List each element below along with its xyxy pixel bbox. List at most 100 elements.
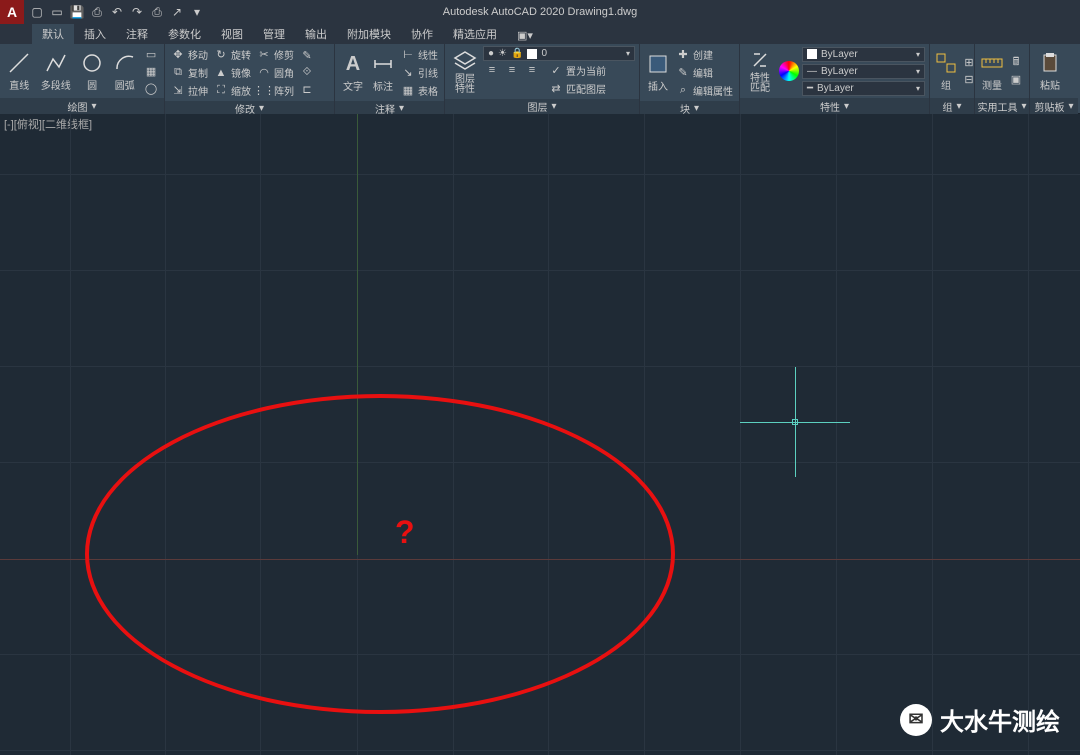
color-wheel-button[interactable] [778, 61, 800, 81]
viewport-label[interactable]: [-][俯视][二维线框] [4, 116, 92, 132]
tab-expand-icon[interactable]: ▣▾ [507, 27, 543, 44]
tab-insert[interactable]: 插入 [74, 24, 116, 44]
offset-button[interactable]: ⊏ [298, 82, 316, 98]
tab-parametric[interactable]: 参数化 [158, 24, 211, 44]
select-icon: ▣ [1009, 73, 1023, 87]
group-button[interactable]: 组 [934, 51, 958, 92]
chevron-down-icon[interactable]: ▾ [91, 101, 96, 112]
table-button[interactable]: ▦表格 [399, 82, 440, 99]
rotate-button[interactable]: ↻旋转 [212, 46, 253, 63]
save-icon[interactable]: 💾 [68, 3, 86, 21]
tab-manage[interactable]: 管理 [253, 24, 295, 44]
create-block-button[interactable]: ✚创建 [674, 46, 735, 63]
layer-icon: ≡ [525, 63, 539, 77]
trim-button[interactable]: ✂修剪 [255, 46, 296, 63]
chevron-down-icon[interactable]: ▾ [1021, 101, 1026, 112]
match-icon: ⇄ [549, 82, 563, 96]
saveas-icon[interactable]: ⎙ [88, 3, 106, 21]
ellipse-button[interactable]: ◯ [142, 80, 160, 96]
erase-icon: ✎ [300, 49, 314, 63]
ungroup-icon: ⊟ [962, 73, 976, 87]
chevron-down-icon[interactable]: ▾ [259, 103, 264, 114]
util-tool-2[interactable]: ▣ [1007, 72, 1025, 88]
paste-button[interactable]: 粘贴 [1034, 51, 1066, 92]
tab-featured[interactable]: 精选应用 [443, 24, 507, 44]
rotate-icon: ↻ [214, 48, 228, 62]
print-icon[interactable]: ⎙ [148, 3, 166, 21]
ellipse-icon: ◯ [144, 81, 158, 95]
circle-button[interactable]: 圆 [77, 51, 108, 92]
copy-button[interactable]: ⧉复制 [169, 64, 210, 81]
panel-annotation: A 文字 标注 ⊢线性 ↘引线 ▦表格 注释▾ [335, 44, 445, 114]
layer-dropdown[interactable]: ● ☀ 🔒 0 ▾ [483, 46, 635, 61]
undo-icon[interactable]: ↶ [108, 3, 126, 21]
set-current-button[interactable]: ✓置为当前 [547, 62, 608, 79]
watermark: ✉ 大水牛测绘 [900, 702, 1060, 737]
erase-button[interactable]: ✎ [298, 48, 316, 64]
leader-icon: ↘ [401, 66, 415, 80]
tab-default[interactable]: 默认 [32, 24, 74, 44]
linear-button[interactable]: ⊢线性 [399, 46, 440, 63]
tab-view[interactable]: 视图 [211, 24, 253, 44]
tab-addins[interactable]: 附加模块 [337, 24, 401, 44]
chevron-down-icon[interactable]: ▾ [694, 103, 699, 114]
stretch-button[interactable]: ⇲拉伸 [169, 82, 210, 99]
annotation-ellipse [85, 394, 675, 714]
rectangle-button[interactable]: ▭ [142, 46, 160, 62]
explode-button[interactable]: ⟐ [298, 65, 316, 81]
panel-block: 插入 ✚创建 ✎编辑 ⌕编辑属性 块▾ [640, 44, 740, 114]
tab-annotate[interactable]: 注释 [116, 24, 158, 44]
polyline-button[interactable]: 多段线 [37, 51, 75, 92]
drawing-canvas[interactable]: [-][俯视][二维线框] ? ✉ 大水牛测绘 [0, 114, 1080, 755]
mirror-button[interactable]: ▲镜像 [212, 64, 253, 81]
tab-output[interactable]: 输出 [295, 24, 337, 44]
dimension-button[interactable]: 标注 [369, 52, 397, 93]
util-tool-1[interactable]: 🖩 [1007, 55, 1025, 71]
arc-button[interactable]: 圆弧 [109, 51, 140, 92]
rectangle-icon: ▭ [144, 47, 158, 61]
move-icon: ✥ [171, 48, 185, 62]
new-icon[interactable]: ▢ [28, 3, 46, 21]
layers-icon [453, 49, 477, 73]
color-dropdown[interactable]: ByLayer▾ [802, 47, 925, 62]
offset-icon: ⊏ [300, 83, 314, 97]
array-button[interactable]: ⋮⋮阵列 [255, 82, 296, 99]
hatch-button[interactable]: ▦ [142, 63, 160, 79]
linetype-dropdown[interactable]: ━ByLayer▾ [802, 81, 925, 96]
match-layer-button[interactable]: ⇄匹配图层 [547, 80, 608, 97]
chevron-down-icon[interactable]: ▾ [551, 101, 556, 112]
open-icon[interactable]: ▭ [48, 3, 66, 21]
leader-button[interactable]: ↘引线 [399, 64, 440, 81]
lineweight-dropdown[interactable]: —ByLayer▾ [802, 64, 925, 79]
linear-icon: ⊢ [401, 48, 415, 62]
layer-tool-3[interactable]: ≡ [523, 62, 541, 78]
tab-collaborate[interactable]: 协作 [401, 24, 443, 44]
layer-tool-1[interactable]: ≡ [483, 62, 501, 78]
share-icon[interactable]: ↗ [168, 3, 186, 21]
explode-icon: ⟐ [300, 66, 314, 80]
qat-dropdown-icon[interactable]: ▾ [188, 3, 206, 21]
edit-attr-button[interactable]: ⌕编辑属性 [674, 82, 735, 99]
fillet-button[interactable]: ◠圆角 [255, 64, 296, 81]
create-icon: ✚ [676, 48, 690, 62]
text-button[interactable]: A 文字 [339, 52, 367, 93]
chevron-down-icon[interactable]: ▾ [1068, 101, 1073, 112]
line-button[interactable]: 直线 [4, 51, 35, 92]
insert-block-button[interactable]: 插入 [644, 52, 672, 93]
dimension-icon [371, 52, 395, 76]
lineweight-icon: — [807, 66, 817, 77]
measure-button[interactable]: 测量 [979, 51, 1005, 92]
edit-block-button[interactable]: ✎编辑 [674, 64, 735, 81]
app-logo[interactable]: A [0, 0, 24, 24]
scale-button[interactable]: ⛶缩放 [212, 82, 253, 99]
chevron-down-icon[interactable]: ▾ [956, 101, 961, 112]
layer-tool-2[interactable]: ≡ [503, 62, 521, 78]
match-properties-button[interactable]: 特性 匹配 [744, 48, 776, 94]
layer-properties-button[interactable]: 图层 特性 [449, 49, 481, 95]
chevron-down-icon: ▾ [916, 84, 920, 93]
chevron-down-icon[interactable]: ▾ [844, 101, 849, 112]
chevron-down-icon[interactable]: ▾ [399, 103, 404, 114]
table-icon: ▦ [401, 84, 415, 98]
move-button[interactable]: ✥移动 [169, 46, 210, 63]
redo-icon[interactable]: ↷ [128, 3, 146, 21]
